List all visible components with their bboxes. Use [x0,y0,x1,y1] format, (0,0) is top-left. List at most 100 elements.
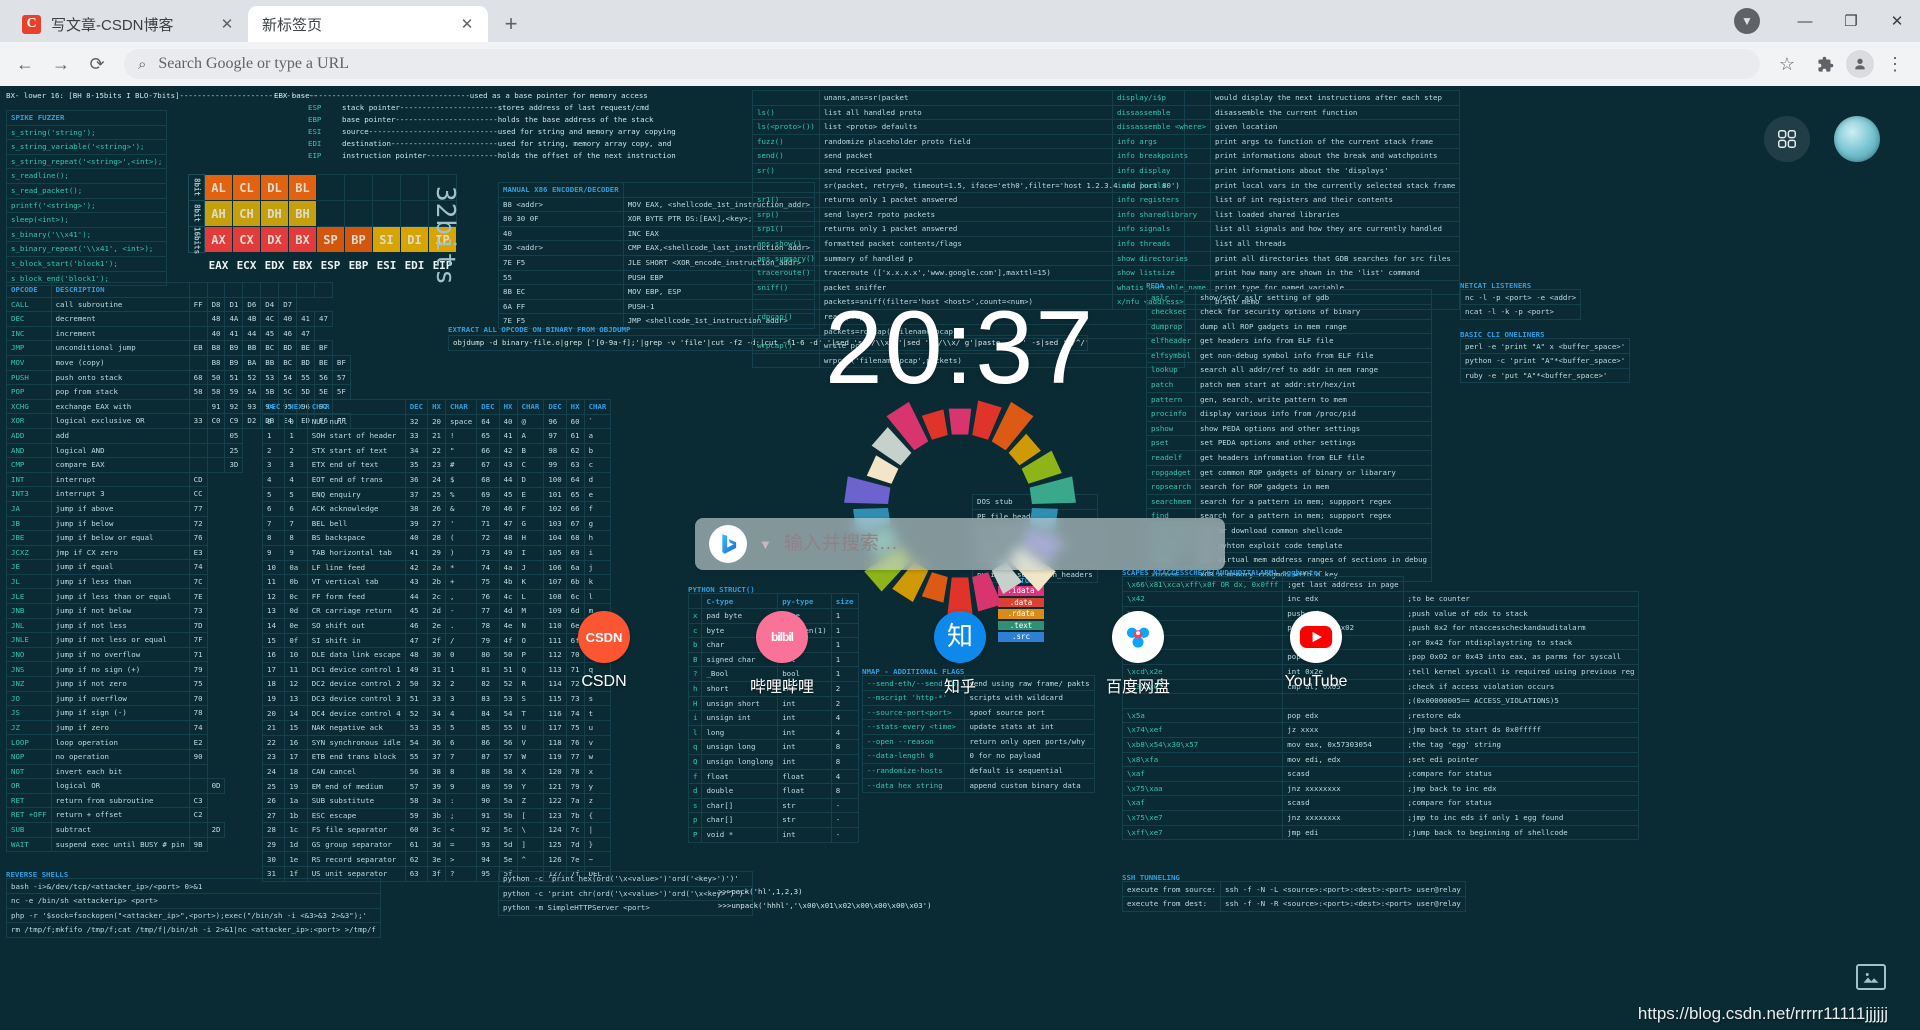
table-cell: 3 [444,690,478,707]
bookmark-star-icon[interactable]: ☆ [1770,47,1804,81]
table-cell: 73 [188,603,208,619]
table-cell: ;check if access violation occurs [1402,678,1640,695]
table-cell: XOR [6,413,52,429]
python-pack-note-1: >>>pack('hl',1,2,3) [718,887,803,896]
apps-grid-icon[interactable] [1764,116,1810,162]
spike-fuzzer-panel: SPIKE FUZZER s_string('string'); s_string_… [5,110,168,287]
reload-icon[interactable]: ⟳ [80,47,114,81]
table-cell: 108 [543,588,567,605]
table-cell: 2 [444,676,478,692]
table-cell: 1e [284,851,308,867]
table-cell: unsign short [701,695,779,712]
chevron-down-icon[interactable]: ▼ [1734,8,1760,34]
table-row: dissassemble disassemble the current func… [1112,104,1461,121]
column-header: HX [498,399,518,415]
table-cell: 119 [543,749,567,765]
forward-icon[interactable]: → [44,47,78,81]
table-cell: 125 [543,836,567,853]
address-bar[interactable]: ⌕ Search Google or type a URL [124,49,1760,79]
wallpaper-search-box[interactable]: ▼ [695,518,1225,570]
table-cell: 2c [427,588,446,605]
close-icon[interactable]: ✕ [458,15,476,33]
table-cell: RET [6,792,52,809]
table-cell: invert each bit [50,763,190,780]
table-row: s_string_variable('<string>'); [5,139,168,155]
table-cell: 23 [261,749,286,765]
table-cell: " [444,442,478,459]
shortcut-tile-csdn[interactable]: CSDN CSDN [550,611,658,697]
shortcut-tile-youtube[interactable]: YouTube [1262,611,1370,697]
browser-menu-icon[interactable]: ⋮ [1878,47,1912,81]
table-cell: JB [6,515,52,532]
table-row: \xaf scasd ;compare for status [1121,795,1640,811]
table-cell: show directories [1112,250,1211,267]
table-cell: BEL bell [306,515,406,532]
table-cell: 7E [188,588,208,605]
table-cell: i [583,544,612,561]
table-cell: print informations about the break and w… [1209,148,1461,164]
weather-widget-icon[interactable] [1834,116,1880,162]
table-cell: info args [1112,133,1211,150]
table-cell: 9B [188,836,208,853]
close-window-button[interactable]: ✕ [1874,0,1920,42]
table-cell: 3f [427,866,446,882]
tab-csdn-blog[interactable]: C 写文章-CSDN博客 ✕ [8,6,248,42]
table-cell: info signals [1112,221,1211,237]
table-cell: 9 [284,544,308,561]
minimize-button[interactable]: — [1782,0,1828,42]
back-icon[interactable]: ← [8,47,42,81]
table-cell: void * [701,826,779,843]
table-cell: Y [516,778,545,795]
edi-note: destination------------------------used … [342,139,672,148]
wallpaper-gallery-icon[interactable] [1856,964,1886,990]
table-cell: ENQ enquiry [306,486,406,503]
table-cell: SI shift in [306,632,406,649]
table-cell: BS backspace [306,530,406,546]
table-cell: U [516,720,545,736]
table-cell: SUB [6,821,52,838]
register-footer-row: EAX ECX EDX EBX ESP EBP ESI EDI EIP [189,253,457,279]
table-row: q unsign long int 8 [687,739,859,755]
chevron-down-icon[interactable]: ▼ [759,537,772,552]
search-input[interactable] [783,533,1211,555]
table-cell: python -c 'print hex(ord('\x<value>')'or… [498,871,753,887]
table-cell: 44 [404,588,429,605]
maximize-button[interactable]: ❐ [1828,0,1874,42]
table-header-row: OPCODE DESCRIPTION [6,282,351,298]
table-cell: 124 [543,822,567,838]
table-cell: JA [6,500,52,517]
table-cell: s_string_variable('<string>'); [5,139,168,155]
table-cell: 8 [261,530,286,546]
shortcut-tile-bilibili[interactable]: bilbil 哔哩哔哩 [728,611,836,697]
table-cell: + [444,574,478,590]
table-cell: 1c [284,822,308,838]
table-row: --randomize-hosts default is sequential [861,762,1095,779]
extensions-puzzle-icon[interactable] [1808,47,1842,81]
new-tab-button[interactable]: + [496,9,526,39]
table-cell: 8 [830,753,859,770]
table-cell: searchmem [1145,493,1197,510]
table-cell: 101 [543,486,567,503]
table-cell: 7 [284,515,308,532]
table-cell: 33 [427,690,446,707]
shortcut-tile-baidupan[interactable]: 百度网盘 [1084,611,1192,697]
table-cell: srp1() [752,221,820,237]
table-cell: LF line feed [306,559,406,576]
table-cell: sr1() [752,192,820,208]
tab-new-tab[interactable]: 新标签页 ✕ [248,6,488,42]
table-cell: Q [687,753,703,770]
column-header [687,593,703,609]
avatar[interactable] [1846,50,1874,78]
table-cell: exchange EAX with [50,398,190,415]
column-header: CHAR [583,399,612,415]
table-cell: 99 [543,457,567,473]
table-cell: jump if not below [50,603,190,619]
table-cell: unsign long [701,739,779,755]
table-cell: 77 [188,500,208,517]
table-cell: 10 [261,559,286,576]
table-cell: 85 [476,720,500,736]
shortcut-tile-label: 哔哩哔哩 [749,679,814,696]
close-icon[interactable]: ✕ [218,15,236,33]
shortcut-tile-zhihu[interactable]: 知知乎 [906,611,1014,697]
table-cell: jump if not zero [50,676,190,692]
